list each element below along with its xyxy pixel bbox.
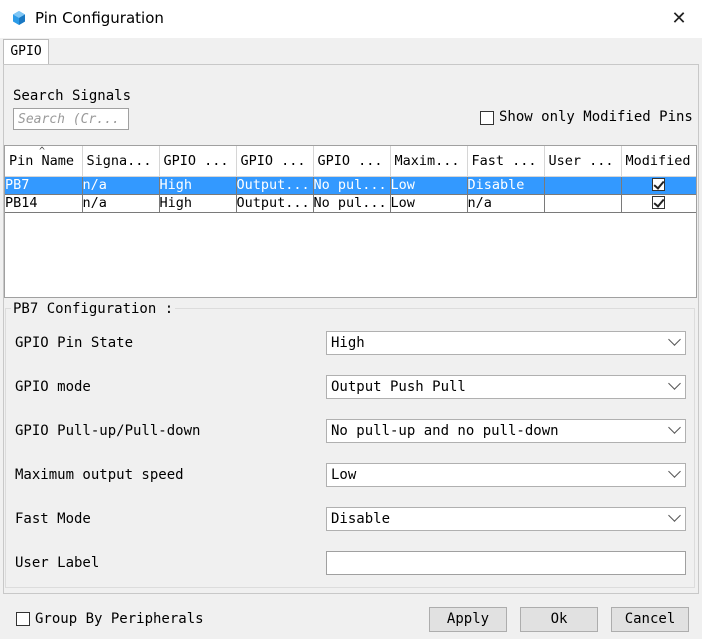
gpio-pin-state-select[interactable]: High bbox=[326, 331, 686, 355]
search-input[interactable] bbox=[13, 108, 129, 130]
column-header-pin-name[interactable]: ^ Pin Name bbox=[5, 146, 83, 177]
column-header-signal[interactable]: Signa... bbox=[82, 146, 160, 177]
apply-button[interactable]: Apply bbox=[429, 607, 507, 632]
user-label-label: User Label bbox=[15, 555, 100, 571]
gpio-mode-label: GPIO mode bbox=[15, 379, 91, 395]
column-header-modified[interactable]: Modified bbox=[621, 146, 696, 177]
cell-pull: No pul... bbox=[313, 176, 391, 195]
group-by-peripherals-label: Group By Peripherals bbox=[35, 611, 204, 627]
ok-button[interactable]: Ok bbox=[520, 607, 598, 632]
column-header-fast-mode[interactable]: Fast ... bbox=[467, 146, 545, 177]
cell-signal: n/a bbox=[82, 194, 160, 213]
column-header-user-label[interactable]: User ... bbox=[544, 146, 622, 177]
gpio-pull-select[interactable]: No pull-up and no pull-down bbox=[326, 419, 686, 443]
cell-pin: PB14 bbox=[5, 194, 83, 213]
app-cube-icon bbox=[13, 11, 25, 25]
max-output-speed-select[interactable]: Low bbox=[326, 463, 686, 487]
search-signals-label: Search Signals bbox=[13, 88, 132, 104]
cell-modified bbox=[621, 176, 696, 195]
column-header-max-speed[interactable]: Maxim... bbox=[390, 146, 468, 177]
fast-mode-select[interactable]: Disable bbox=[326, 507, 686, 531]
table-row[interactable]: PB7 n/a High Output... No pul... Low Dis… bbox=[5, 176, 696, 195]
select-value: High bbox=[331, 335, 365, 351]
cancel-button[interactable]: Cancel bbox=[611, 607, 689, 632]
tab-gpio[interactable]: GPIO bbox=[3, 39, 49, 65]
user-label-input[interactable] bbox=[326, 551, 686, 575]
cell-user bbox=[544, 194, 622, 213]
select-value: Low bbox=[331, 467, 357, 483]
window-title: Pin Configuration bbox=[35, 9, 164, 27]
group-by-peripherals-checkbox[interactable] bbox=[16, 612, 30, 626]
table-header-row: ^ Pin Name Signa... GPIO ... GPIO ... GPI… bbox=[5, 146, 696, 177]
cell-pin: PB7 bbox=[5, 176, 83, 195]
chevron-down-icon bbox=[668, 509, 681, 522]
column-header-gpio-mode[interactable]: GPIO ... bbox=[236, 146, 314, 177]
gpio-mode-select[interactable]: Output Push Pull bbox=[326, 375, 686, 399]
modified-check-icon[interactable] bbox=[651, 196, 665, 209]
cell-mode: Output... bbox=[236, 176, 314, 195]
gpio-pull-label: GPIO Pull-up/Pull-down bbox=[15, 423, 201, 439]
cell-state: High bbox=[159, 194, 237, 213]
modified-check-icon[interactable] bbox=[651, 178, 665, 191]
fast-mode-label: Fast Mode bbox=[15, 511, 91, 527]
cell-fast: n/a bbox=[467, 194, 545, 213]
cell-fast: Disable bbox=[467, 176, 545, 195]
chevron-down-icon bbox=[668, 421, 681, 434]
pin-config-title: PB7 Configuration : bbox=[11, 301, 176, 317]
cell-mode: Output... bbox=[236, 194, 314, 213]
select-value: Disable bbox=[331, 511, 391, 527]
chevron-down-icon bbox=[668, 377, 681, 390]
close-button[interactable]: ✕ bbox=[668, 8, 690, 30]
cell-speed: Low bbox=[390, 194, 468, 213]
show-modified-checkbox[interactable] bbox=[480, 111, 494, 125]
table-row[interactable]: PB14 n/a High Output... No pul... Low n/… bbox=[5, 194, 696, 213]
cell-signal: n/a bbox=[82, 176, 160, 195]
sort-arrow-icon: ^ bbox=[39, 146, 46, 157]
select-value: Output Push Pull bbox=[331, 379, 466, 395]
gpio-pin-state-label: GPIO Pin State bbox=[15, 335, 134, 351]
show-modified-label: Show only Modified Pins bbox=[499, 109, 693, 125]
cell-modified bbox=[621, 194, 696, 213]
cell-pull: No pul... bbox=[313, 194, 391, 213]
column-header-gpio-state[interactable]: GPIO ... bbox=[159, 146, 237, 177]
cell-user bbox=[544, 176, 622, 195]
max-output-speed-label: Maximum output speed bbox=[15, 467, 184, 483]
cell-state: High bbox=[159, 176, 237, 195]
column-header-gpio-pull[interactable]: GPIO ... bbox=[313, 146, 391, 177]
pin-table: ^ Pin Name Signa... GPIO ... GPIO ... GPI… bbox=[4, 145, 697, 298]
cell-speed: Low bbox=[390, 176, 468, 195]
chevron-down-icon bbox=[668, 465, 681, 478]
select-value: No pull-up and no pull-down bbox=[331, 423, 559, 439]
chevron-down-icon bbox=[668, 333, 681, 346]
